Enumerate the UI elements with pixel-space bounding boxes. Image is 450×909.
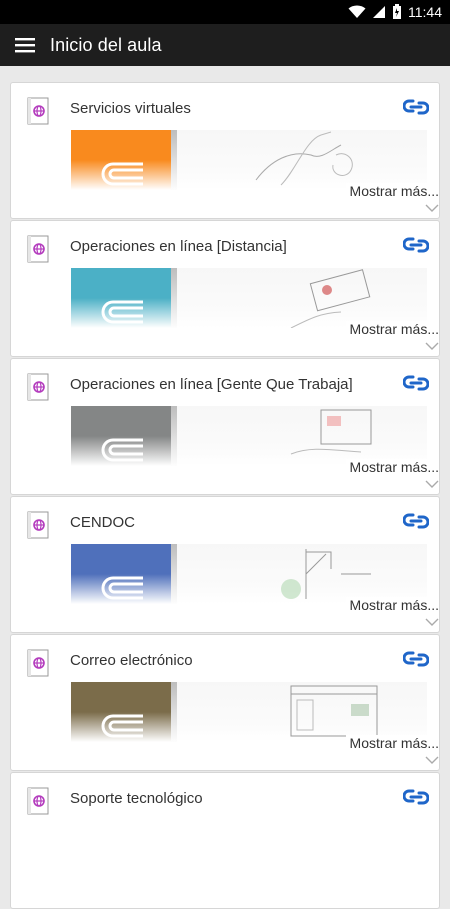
link-icon[interactable] [403, 511, 429, 531]
card-operaciones-distancia[interactable]: Operaciones en línea [Distancia] Mostrar… [10, 220, 440, 357]
card-banner [71, 130, 427, 190]
banner-divider [171, 544, 177, 604]
chevron-down-icon[interactable] [425, 342, 439, 351]
link-icon[interactable] [403, 97, 429, 117]
book-globe-icon [27, 235, 49, 263]
page-title: Inicio del aula [50, 34, 162, 55]
card-banner [71, 544, 427, 604]
card-title: CENDOC [70, 514, 136, 531]
brand-logo-icon [101, 714, 143, 738]
link-icon[interactable] [403, 649, 429, 669]
illustration-sketch [290, 685, 378, 737]
illustration-sketch [255, 131, 353, 186]
show-more-link[interactable]: Mostrar más... [345, 459, 439, 475]
card-operaciones-gente-que-trabaja[interactable]: Operaciones en línea [Gente Que Trabaja]… [10, 358, 440, 495]
brand-logo-icon [101, 576, 143, 600]
chevron-down-icon[interactable] [425, 480, 439, 489]
banner-divider [171, 130, 177, 190]
illustration-sketch [290, 269, 371, 328]
battery-icon [393, 4, 401, 19]
illustration-sketch [281, 549, 371, 599]
chevron-down-icon[interactable] [425, 204, 439, 213]
brand-logo-icon [101, 438, 143, 462]
link-icon[interactable] [403, 235, 429, 255]
app-bar: Inicio del aula [0, 24, 450, 66]
card-title: Correo electrónico [70, 652, 193, 669]
book-globe-icon [27, 373, 49, 401]
card-banner [71, 682, 427, 742]
book-globe-icon [27, 97, 49, 125]
card-title: Operaciones en línea [Gente Que Trabaja] [70, 376, 353, 393]
chevron-down-icon[interactable] [425, 618, 439, 627]
brand-logo-icon [101, 300, 143, 324]
menu-button[interactable] [0, 24, 50, 66]
illustration-sketch [290, 409, 372, 455]
link-icon[interactable] [403, 787, 429, 807]
hamburger-icon [15, 38, 35, 53]
show-more-link[interactable]: Mostrar más... [345, 321, 439, 337]
show-more-link[interactable]: Mostrar más... [345, 183, 439, 199]
book-globe-icon [27, 787, 49, 815]
show-more-link[interactable]: Mostrar más... [345, 597, 439, 613]
book-globe-icon [27, 649, 49, 677]
card-title: Operaciones en línea [Distancia] [70, 238, 287, 255]
card-list: Servicios virtuales Mostrar más... Opera… [0, 66, 450, 909]
brand-logo-icon [101, 162, 143, 186]
card-servicios-virtuales[interactable]: Servicios virtuales Mostrar más... [10, 82, 440, 219]
card-soporte-tecnologico[interactable]: Soporte tecnológico [10, 772, 440, 909]
card-banner [71, 406, 427, 466]
card-banner [71, 268, 427, 328]
card-title: Soporte tecnológico [70, 790, 203, 807]
banner-divider [171, 406, 177, 466]
chevron-down-icon[interactable] [425, 756, 439, 765]
show-more-link[interactable]: Mostrar más... [345, 735, 439, 751]
card-correo-electronico[interactable]: Correo electrónico Mostrar más... [10, 634, 440, 771]
link-icon[interactable] [403, 373, 429, 393]
wifi-icon [348, 5, 366, 18]
banner-divider [171, 682, 177, 742]
card-cendoc[interactable]: CENDOC Mostrar más... [10, 496, 440, 633]
book-globe-icon [27, 511, 49, 539]
status-bar: 11:44 [0, 0, 450, 24]
card-title: Servicios virtuales [70, 100, 191, 117]
signal-icon [373, 6, 385, 18]
status-time: 11:44 [408, 4, 442, 20]
banner-divider [171, 268, 177, 328]
